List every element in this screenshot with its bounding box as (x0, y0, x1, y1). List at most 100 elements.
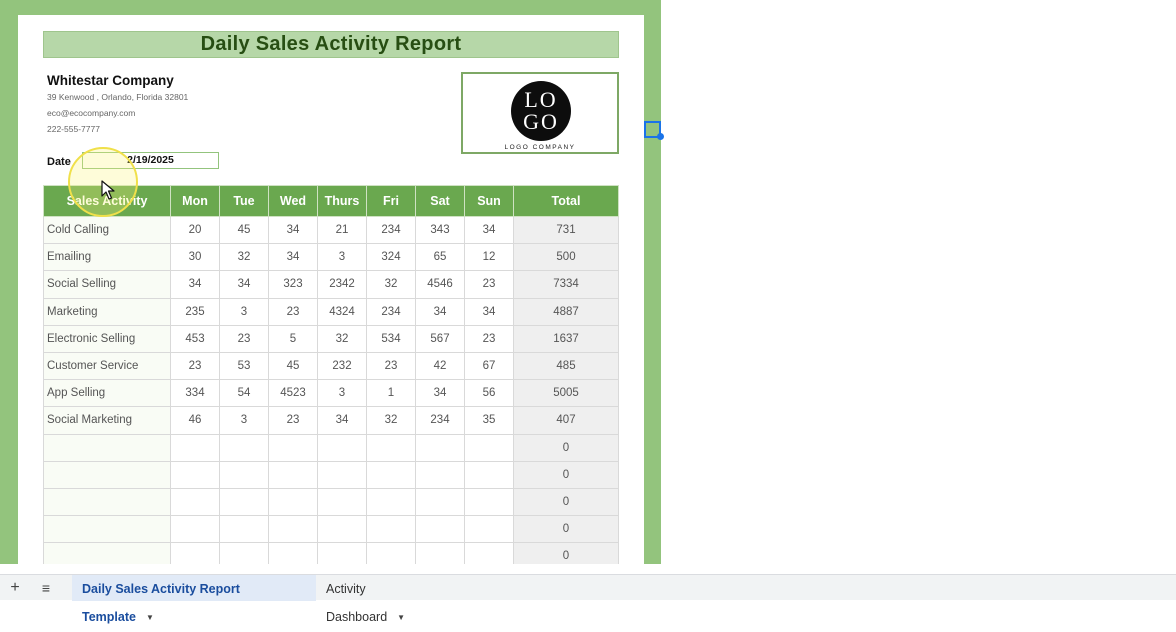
day-value-cell[interactable] (317, 515, 367, 544)
tab-activity-dashboard[interactable]: Activity Dashboard ▼ (316, 575, 456, 624)
day-value-cell[interactable]: 34 (268, 215, 318, 245)
day-value-cell[interactable]: 232 (317, 351, 367, 381)
day-value-cell[interactable] (415, 487, 465, 517)
day-value-cell[interactable]: 334 (170, 379, 220, 408)
day-value-cell[interactable]: 46 (170, 406, 220, 435)
day-value-cell[interactable]: 4523 (268, 379, 318, 408)
day-value-cell[interactable]: 21 (317, 215, 367, 245)
day-value-cell[interactable]: 534 (366, 324, 416, 353)
all-sheets-menu-icon[interactable]: ≡ (36, 577, 56, 599)
day-value-cell[interactable]: 234 (415, 406, 465, 435)
day-value-cell[interactable]: 234 (366, 215, 416, 245)
activity-cell[interactable]: Customer Service (43, 351, 171, 381)
day-value-cell[interactable]: 30 (170, 243, 220, 272)
day-value-cell[interactable]: 3 (219, 406, 269, 435)
company-phone[interactable]: 222-555-7777 (47, 124, 100, 134)
day-value-cell[interactable]: 323 (268, 270, 318, 299)
day-value-cell[interactable]: 35 (464, 406, 514, 435)
day-value-cell[interactable]: 32 (317, 324, 367, 353)
activity-cell[interactable] (43, 460, 171, 489)
total-cell[interactable]: 4887 (513, 297, 619, 326)
total-cell[interactable]: 0 (513, 542, 619, 564)
caret-down-icon[interactable]: ▼ (397, 613, 405, 622)
day-value-cell[interactable]: 34 (219, 270, 269, 299)
day-value-cell[interactable]: 23 (464, 324, 514, 353)
company-address[interactable]: 39 Kenwood , Orlando, Florida 32801 (47, 92, 188, 102)
day-value-cell[interactable] (464, 515, 514, 544)
total-cell[interactable]: 0 (513, 433, 619, 462)
company-name[interactable]: Whitestar Company (47, 73, 174, 88)
day-value-cell[interactable]: 4324 (317, 297, 367, 326)
caret-down-icon[interactable]: ▼ (146, 613, 154, 622)
tab-daily-sales-activity-report-template[interactable]: Daily Sales Activity Report Template ▼ (72, 575, 316, 624)
day-value-cell[interactable]: 42 (415, 351, 465, 381)
day-value-cell[interactable] (366, 515, 416, 544)
day-value-cell[interactable] (366, 542, 416, 564)
total-cell[interactable]: 500 (513, 243, 619, 272)
day-value-cell[interactable]: 5 (268, 324, 318, 353)
day-value-cell[interactable] (464, 433, 514, 462)
day-value-cell[interactable] (464, 460, 514, 489)
day-value-cell[interactable]: 20 (170, 215, 220, 245)
total-cell[interactable]: 5005 (513, 379, 619, 408)
day-value-cell[interactable] (268, 542, 318, 564)
add-sheet-button[interactable]: + (6, 577, 24, 599)
day-value-cell[interactable] (170, 515, 220, 544)
activity-cell[interactable] (43, 515, 171, 544)
activity-cell[interactable] (43, 433, 171, 462)
activity-cell[interactable]: Cold Calling (43, 215, 171, 245)
company-logo-box[interactable]: LO GO LOGO COMPANY (461, 72, 619, 154)
company-email[interactable]: eco@ecocompany.com (47, 108, 135, 118)
day-value-cell[interactable]: 23 (268, 297, 318, 326)
day-value-cell[interactable] (366, 487, 416, 517)
day-value-cell[interactable]: 343 (415, 215, 465, 245)
day-value-cell[interactable]: 45 (268, 351, 318, 381)
day-value-cell[interactable]: 235 (170, 297, 220, 326)
day-value-cell[interactable] (219, 515, 269, 544)
day-value-cell[interactable]: 34 (170, 270, 220, 299)
day-value-cell[interactable]: 34 (464, 215, 514, 245)
column-header[interactable]: Sun (464, 185, 514, 217)
day-value-cell[interactable]: 234 (366, 297, 416, 326)
day-value-cell[interactable] (219, 460, 269, 489)
day-value-cell[interactable] (268, 515, 318, 544)
day-value-cell[interactable]: 34 (317, 406, 367, 435)
total-cell[interactable]: 407 (513, 406, 619, 435)
day-value-cell[interactable] (464, 487, 514, 517)
spreadsheet-canvas[interactable]: Daily Sales Activity Report Whitestar Co… (0, 0, 1176, 564)
day-value-cell[interactable]: 56 (464, 379, 514, 408)
day-value-cell[interactable] (366, 460, 416, 489)
day-value-cell[interactable]: 324 (366, 243, 416, 272)
activity-cell[interactable]: App Selling (43, 379, 171, 408)
day-value-cell[interactable]: 567 (415, 324, 465, 353)
day-value-cell[interactable]: 45 (219, 215, 269, 245)
day-value-cell[interactable] (415, 542, 465, 564)
day-value-cell[interactable]: 54 (219, 379, 269, 408)
day-value-cell[interactable]: 32 (366, 270, 416, 299)
activity-cell[interactable]: Marketing (43, 297, 171, 326)
day-value-cell[interactable] (415, 460, 465, 489)
day-value-cell[interactable]: 23 (219, 324, 269, 353)
day-value-cell[interactable]: 23 (170, 351, 220, 381)
activity-cell[interactable]: Emailing (43, 243, 171, 272)
day-value-cell[interactable]: 67 (464, 351, 514, 381)
day-value-cell[interactable]: 65 (415, 243, 465, 272)
day-value-cell[interactable]: 32 (366, 406, 416, 435)
day-value-cell[interactable]: 1 (366, 379, 416, 408)
total-cell[interactable]: 0 (513, 460, 619, 489)
day-value-cell[interactable] (219, 487, 269, 517)
day-value-cell[interactable] (464, 542, 514, 564)
column-header[interactable]: Total (513, 185, 619, 217)
column-header[interactable]: Mon (170, 185, 220, 217)
day-value-cell[interactable]: 2342 (317, 270, 367, 299)
activity-cell[interactable]: Social Selling (43, 270, 171, 299)
day-value-cell[interactable]: 4546 (415, 270, 465, 299)
day-value-cell[interactable] (170, 460, 220, 489)
day-value-cell[interactable]: 23 (268, 406, 318, 435)
day-value-cell[interactable] (317, 542, 367, 564)
day-value-cell[interactable]: 53 (219, 351, 269, 381)
total-cell[interactable]: 485 (513, 351, 619, 381)
day-value-cell[interactable]: 34 (268, 243, 318, 272)
day-value-cell[interactable]: 32 (219, 243, 269, 272)
column-header[interactable]: Wed (268, 185, 318, 217)
